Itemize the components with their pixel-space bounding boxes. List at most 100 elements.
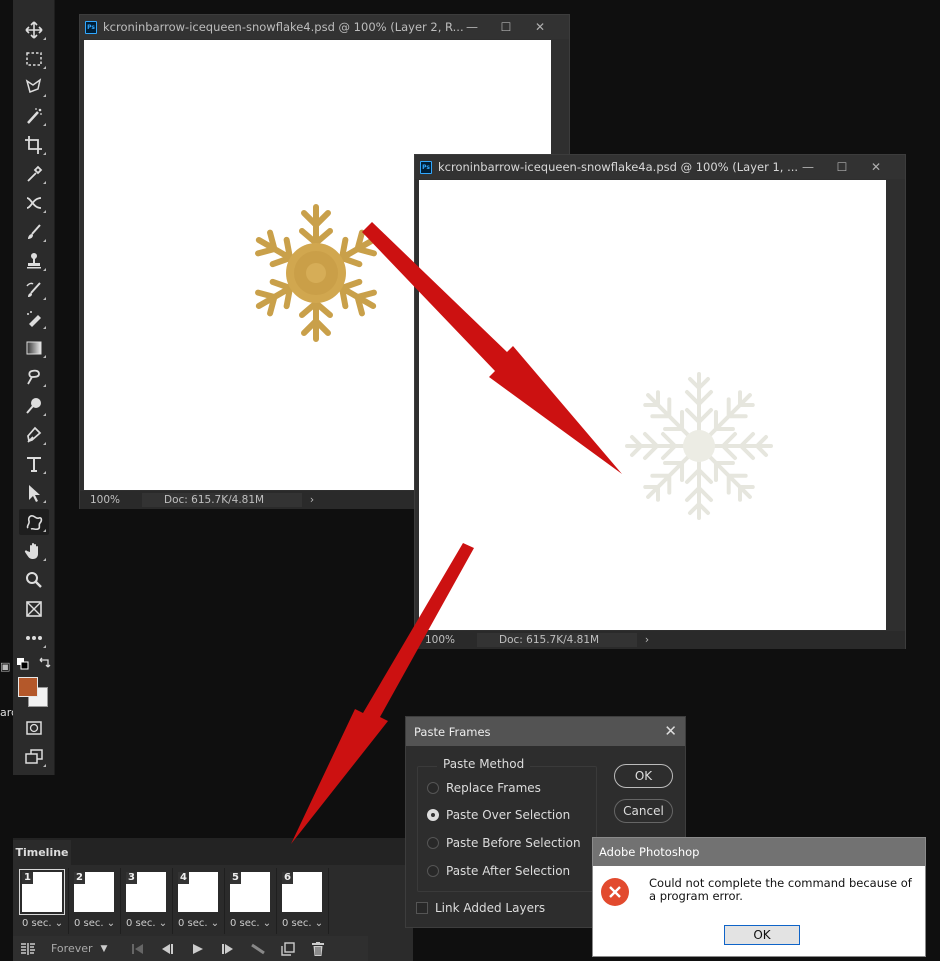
animation-frame-2[interactable]: 2 0 sec. ⌄ <box>69 868 121 934</box>
gradient-tool[interactable] <box>19 335 49 361</box>
arrow-cursor-icon <box>29 485 40 502</box>
eraser-tool[interactable] <box>19 306 49 332</box>
dodge-tool[interactable] <box>19 393 49 419</box>
tab-timeline[interactable]: Timeline <box>13 840 71 865</box>
play-icon <box>193 943 203 954</box>
frame-delay-dropdown[interactable]: 0 sec. ⌄ <box>178 918 219 929</box>
zoom-tool[interactable] <box>19 567 49 593</box>
brush-tool[interactable] <box>19 219 49 245</box>
alert-title[interactable]: Adobe Photoshop <box>593 838 925 866</box>
minimize-button[interactable]: — <box>791 155 825 179</box>
maximize-button[interactable]: ☐ <box>825 155 859 179</box>
status-menu-arrow[interactable]: › <box>637 634 657 646</box>
crop-tool[interactable] <box>19 132 49 158</box>
smudge-tool[interactable] <box>19 364 49 390</box>
ellipsis-icon <box>26 636 42 640</box>
radio-button[interactable] <box>427 865 439 877</box>
link-added-layers-checkbox[interactable]: Link Added Layers <box>416 901 545 915</box>
play-button[interactable] <box>183 938 213 960</box>
more-tools-button[interactable] <box>19 625 49 651</box>
frame-tool[interactable] <box>19 596 49 622</box>
checkbox[interactable] <box>416 902 428 914</box>
magic-wand-tool[interactable] <box>19 103 49 129</box>
animation-frame-5[interactable]: 5 0 sec. ⌄ <box>225 868 277 934</box>
swap-colors-icon[interactable] <box>37 656 51 670</box>
minimize-button[interactable]: — <box>455 15 489 39</box>
tools-panel <box>13 0 55 775</box>
animation-frame-6[interactable]: 6 0 sec. ⌄ <box>277 868 329 934</box>
previous-frame-button[interactable] <box>153 938 183 960</box>
animation-frame-1[interactable]: 1 0 sec. ⌄ <box>17 868 69 934</box>
convert-to-video-timeline-button[interactable] <box>13 938 43 960</box>
frame-delay-dropdown[interactable]: 0 sec. ⌄ <box>230 918 271 929</box>
doc-size-info: Doc: 615.7K/4.81M <box>477 633 637 647</box>
dialog-title: Paste Frames <box>414 724 491 739</box>
frame-delay-dropdown[interactable]: 0 sec. ⌄ <box>22 918 63 929</box>
maximize-button[interactable]: ☐ <box>489 15 523 39</box>
radio-paste-before-selection[interactable]: Paste Before Selection <box>427 836 581 850</box>
history-brush-tool[interactable] <box>19 277 49 303</box>
path-selection-tool[interactable] <box>19 480 49 506</box>
radio-button[interactable] <box>427 782 439 794</box>
close-icon[interactable]: ✕ <box>664 722 677 740</box>
animation-frame-3[interactable]: 3 0 sec. ⌄ <box>121 868 173 934</box>
paste-method-label: Paste Method <box>437 757 531 771</box>
loop-options-select[interactable]: Forever ▼ <box>43 942 123 955</box>
hand-tool[interactable] <box>19 538 49 564</box>
custom-shape-tool[interactable] <box>19 509 49 535</box>
status-menu-arrow[interactable]: › <box>302 494 322 506</box>
alert-ok-button[interactable]: OK <box>724 925 800 945</box>
ok-button[interactable]: OK <box>614 764 673 788</box>
paste-frames-titlebar[interactable]: Paste Frames ✕ <box>406 717 685 746</box>
quick-mask-button[interactable] <box>19 715 49 741</box>
error-icon <box>601 878 629 906</box>
marquee-tool[interactable] <box>19 46 49 72</box>
radio-replace-frames[interactable]: Replace Frames <box>427 781 541 795</box>
error-alert-dialog: Adobe Photoshop Could not complete the c… <box>592 837 926 957</box>
first-frame-icon <box>132 943 143 954</box>
clone-stamp-tool[interactable] <box>19 248 49 274</box>
frame-delay-dropdown[interactable]: 0 sec. ⌄ <box>126 918 167 929</box>
next-frame-button[interactable] <box>213 938 243 960</box>
zoom-icon <box>26 572 42 588</box>
document-2-canvas[interactable] <box>419 180 886 630</box>
trash-icon <box>312 941 324 956</box>
default-colors-icon[interactable] <box>17 658 31 670</box>
healing-tool[interactable] <box>19 190 49 216</box>
timeline-panel: Timeline 1 0 sec. ⌄ 2 0 sec. ⌄ 3 0 sec. … <box>13 838 413 961</box>
zoom-level-field[interactable]: 100% <box>80 494 142 506</box>
document-window-2: Ps kcroninbarrow-icequeen-snowflake4a.ps… <box>414 154 906 649</box>
frame-delay-dropdown[interactable]: 0 sec. ⌄ <box>74 918 115 929</box>
document-2-title: kcroninbarrow-icequeen-snowflake4a.psd @… <box>438 160 798 174</box>
timeline-convert-icon <box>21 942 35 955</box>
first-frame-button[interactable] <box>123 938 153 960</box>
cancel-button[interactable]: Cancel <box>614 799 673 823</box>
screen-mode-button[interactable] <box>19 744 49 770</box>
delete-frame-button[interactable] <box>303 938 333 960</box>
tween-button[interactable] <box>243 938 273 960</box>
radio-paste-over-selection[interactable]: Paste Over Selection <box>427 808 570 822</box>
eyedropper-tool[interactable] <box>19 161 49 187</box>
frame-strip: 1 0 sec. ⌄ 2 0 sec. ⌄ 3 0 sec. ⌄ 4 0 sec… <box>17 868 329 936</box>
close-button[interactable]: ✕ <box>523 15 557 39</box>
pen-tool[interactable] <box>19 422 49 448</box>
radio-paste-after-selection[interactable]: Paste After Selection <box>427 864 570 878</box>
type-tool[interactable] <box>19 451 49 477</box>
white-snowflake-image <box>625 372 773 520</box>
duplicate-frame-button[interactable] <box>273 938 303 960</box>
healing-brush-icon <box>26 197 42 209</box>
move-tool[interactable] <box>19 17 49 43</box>
close-button[interactable]: ✕ <box>859 155 893 179</box>
animation-frame-4[interactable]: 4 0 sec. ⌄ <box>173 868 225 934</box>
radio-button-checked[interactable] <box>427 809 439 821</box>
timeline-controls: Forever ▼ <box>13 936 368 961</box>
frame-delay-dropdown[interactable]: 0 sec. ⌄ <box>282 918 323 929</box>
smudge-icon <box>27 369 40 385</box>
radio-button[interactable] <box>427 837 439 849</box>
lasso-tool[interactable] <box>19 74 49 100</box>
duplicate-frame-icon <box>281 941 295 956</box>
document-2-statusbar: 100% Doc: 615.7K/4.81M › <box>415 631 905 649</box>
crop-icon <box>25 136 42 154</box>
foreground-color-swatch[interactable] <box>18 677 38 697</box>
zoom-level-field[interactable]: 100% <box>415 634 477 646</box>
